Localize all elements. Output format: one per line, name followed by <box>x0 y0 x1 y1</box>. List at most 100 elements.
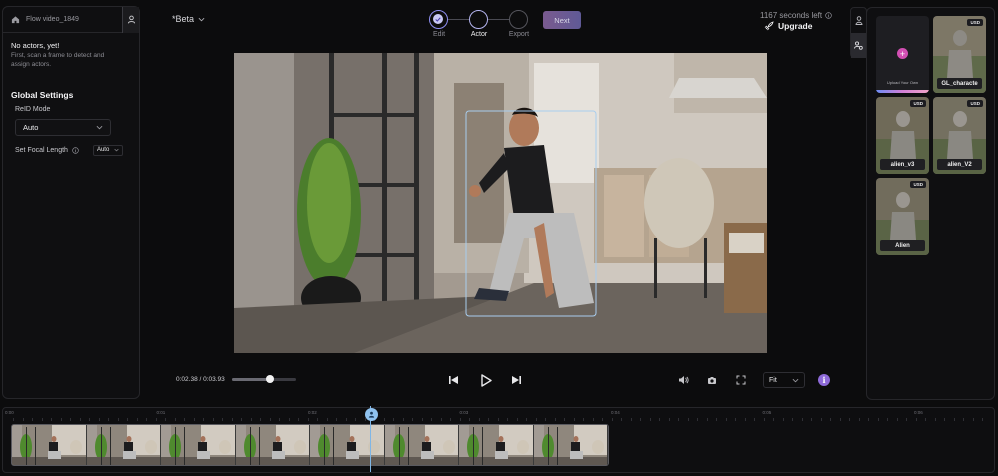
timeline-tick-label: 0:06 <box>914 410 923 415</box>
timeline-tick <box>934 418 936 421</box>
timeline-tick <box>317 418 318 421</box>
focal-length-select[interactable]: Auto <box>92 144 123 156</box>
info-icon[interactable] <box>825 12 832 19</box>
actor-card[interactable]: USD Alien <box>876 178 929 255</box>
step-connector <box>447 19 469 20</box>
no-actors-description: First, scan a frame to detect and assign… <box>11 52 105 68</box>
upload-actor-card[interactable]: + Upload Your Own <box>876 16 929 93</box>
actor-card[interactable]: USD alien_v3 <box>876 97 929 174</box>
timeline-tick <box>735 418 736 421</box>
timeline-tick <box>611 418 613 421</box>
upload-accent-bar <box>876 90 929 93</box>
actor-name: alien_V2 <box>937 159 982 170</box>
actor-name: alien_v3 <box>880 159 925 170</box>
timeline-tick <box>573 418 575 421</box>
step-export-label: Export <box>508 31 530 38</box>
timeline-tick <box>497 418 499 421</box>
timeline-tick <box>953 418 955 421</box>
reid-mode-select[interactable]: Auto <box>15 118 111 136</box>
step-actor[interactable] <box>469 10 488 29</box>
scrub-fill <box>232 378 271 381</box>
timeline-tick <box>393 418 394 421</box>
timeline-tick <box>383 418 385 421</box>
seconds-left-text: 1167 seconds left <box>760 11 823 20</box>
upload-label: Upload Your Own <box>886 80 919 85</box>
timeline-tick <box>117 418 119 421</box>
info-button[interactable]: i <box>818 374 830 386</box>
actor-panel-button[interactable] <box>122 6 139 33</box>
step-export[interactable] <box>509 10 528 29</box>
timeline-tick <box>222 418 223 421</box>
timeline-frame <box>12 425 87 465</box>
timeline-tick <box>554 418 556 421</box>
timeline-ruler: 0:00 0:01 0:02 0:03 0:04 0:05 0:06 <box>3 408 994 422</box>
timeline-tick-label: 0:04 <box>611 410 620 415</box>
rocket-icon <box>764 21 774 31</box>
playback-time: 0:02.38 / 0:03.93 <box>176 376 225 383</box>
fit-value: Fit <box>769 376 777 384</box>
step-edit[interactable] <box>429 10 448 29</box>
timeline-tick <box>649 418 651 421</box>
timeline-frame <box>310 425 385 465</box>
actor-card[interactable]: USD GL_characte <box>933 16 986 93</box>
timeline-tick-label: 0:03 <box>459 410 469 415</box>
timeline-tick <box>621 418 622 421</box>
video-preview[interactable] <box>234 53 767 353</box>
scrub-bar[interactable] <box>232 375 296 383</box>
upgrade-label: Upgrade <box>778 21 813 31</box>
timeline-tick <box>51 418 52 421</box>
home-icon <box>11 16 20 24</box>
actor-name: GL_characte <box>937 78 982 89</box>
timeline-tick <box>744 418 746 421</box>
timeline-tick <box>79 418 81 421</box>
timeline-tick <box>915 418 917 421</box>
timeline-tick <box>630 418 632 421</box>
timeline-frame <box>384 425 459 465</box>
step-actor-label: Actor <box>470 31 488 38</box>
next-button[interactable]: Next <box>543 11 581 29</box>
play-button[interactable] <box>479 373 493 387</box>
home-link[interactable]: Flow video_1849 <box>3 15 122 24</box>
timeline-tick <box>231 418 233 421</box>
info-icon[interactable] <box>72 146 79 154</box>
actors-tab[interactable] <box>851 8 866 33</box>
snapshot-button[interactable] <box>706 374 718 386</box>
price-badge: USD <box>910 100 926 107</box>
timeline-tick <box>440 418 442 421</box>
timeline-tick <box>887 418 888 421</box>
volume-button[interactable] <box>677 374 689 386</box>
price-badge: USD <box>910 181 926 188</box>
timeline-tick <box>754 418 755 421</box>
timeline-clip[interactable] <box>11 424 609 466</box>
timeline-tick-label: 0:02 <box>308 410 317 415</box>
timeline-tick <box>22 418 24 421</box>
skip-back-button[interactable] <box>447 374 459 386</box>
timeline[interactable]: 0:00 0:01 0:02 0:03 0:04 0:05 0:06 <box>2 407 995 473</box>
reid-mode-value: Auto <box>23 122 39 132</box>
timeline-tick <box>108 418 109 421</box>
video-frame <box>234 53 767 353</box>
chevron-down-icon <box>792 378 799 382</box>
timeline-tick <box>592 418 594 421</box>
timeline-tick <box>516 418 518 421</box>
beta-label: *Beta <box>172 14 195 24</box>
skip-forward-button[interactable] <box>510 374 522 386</box>
no-actors-message: No actors, yet! First, scan a frame to d… <box>3 33 139 70</box>
version-dropdown[interactable]: *Beta <box>172 14 205 24</box>
timeline-tick <box>450 418 451 421</box>
plus-icon: + <box>897 48 908 59</box>
check-icon <box>433 14 443 24</box>
volume-icon <box>678 376 689 384</box>
fit-select[interactable]: Fit <box>763 372 805 388</box>
timeline-tick <box>535 418 537 421</box>
timeline-tick <box>706 418 708 421</box>
upgrade-button[interactable]: Upgrade <box>764 21 812 31</box>
timeline-tick <box>355 418 356 421</box>
playhead-handle[interactable] <box>365 408 378 421</box>
scrub-handle[interactable] <box>266 375 275 383</box>
timeline-tick <box>849 418 850 421</box>
timeline-tick <box>782 418 784 421</box>
actor-settings-tab[interactable] <box>851 33 866 58</box>
fullscreen-button[interactable] <box>735 374 747 386</box>
actor-card[interactable]: USD alien_V2 <box>933 97 986 174</box>
